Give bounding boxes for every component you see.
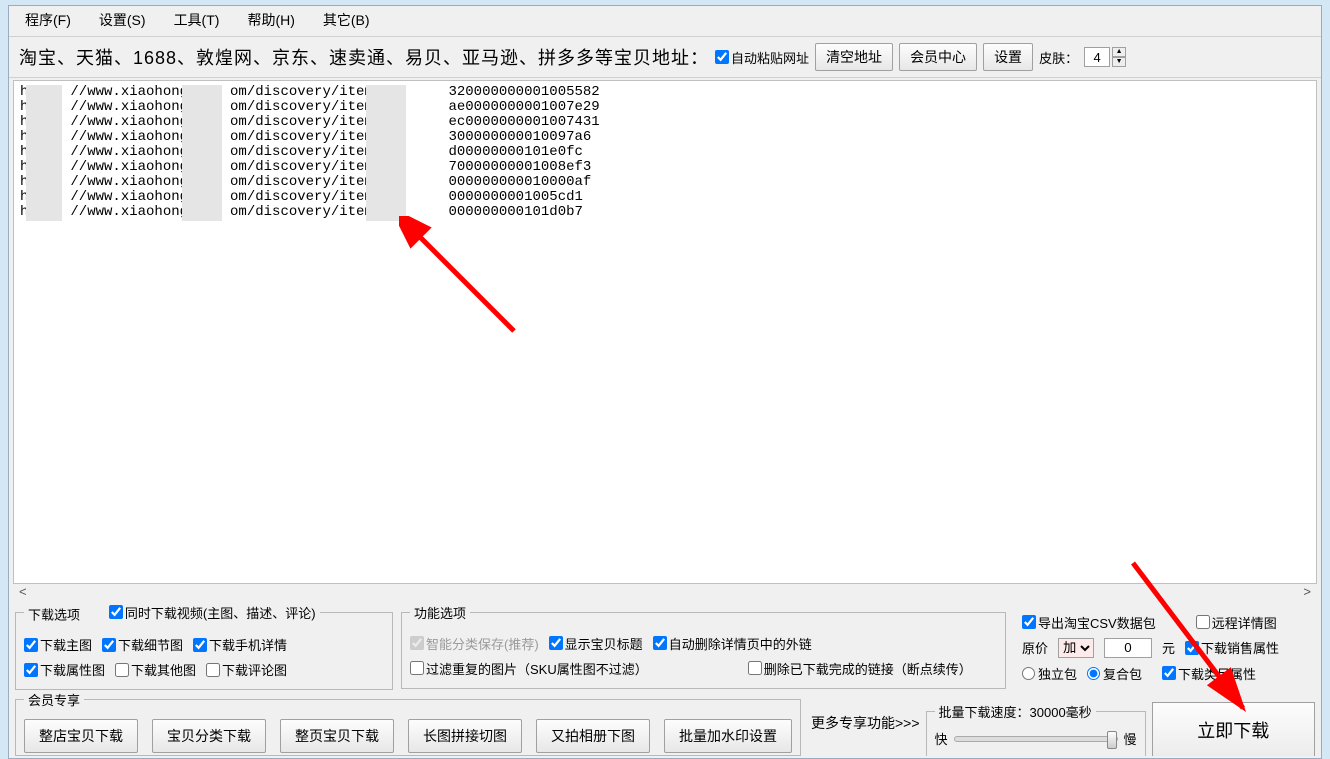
address-label: 淘宝、天猫、1688、敦煌网、京东、速卖通、易贝、亚马逊、拼多多等宝贝地址： (19, 44, 709, 70)
download-video-checkbox[interactable]: 同时下载视频(主图、描述、评论) (109, 603, 316, 622)
speed-slider[interactable] (954, 736, 1118, 742)
spin-up-icon[interactable]: ▲ (1112, 47, 1126, 57)
skin-spinner[interactable]: ▲ ▼ (1084, 47, 1126, 67)
auto-delete-extlink-checkbox[interactable]: 自动删除详情页中的外链 (653, 634, 812, 653)
combo-pack-radio[interactable]: 复合包 (1087, 664, 1142, 683)
show-title-checkbox[interactable]: 显示宝贝标题 (549, 634, 643, 653)
panel-legend: 会员专享 (24, 690, 84, 709)
clear-address-button[interactable]: 清空地址 (815, 43, 893, 71)
panel-legend: 功能选项 (410, 603, 470, 622)
speed-fast-label: 快 (935, 729, 948, 748)
toolbar: 淘宝、天猫、1688、敦煌网、京东、速卖通、易贝、亚马逊、拼多多等宝贝地址： 自… (9, 36, 1321, 78)
single-pack-radio[interactable]: 独立包 (1022, 664, 1077, 683)
export-csv-checkbox[interactable]: 导出淘宝CSV数据包 (1022, 613, 1156, 632)
spin-down-icon[interactable]: ▼ (1112, 57, 1126, 67)
slider-thumb[interactable] (1107, 731, 1117, 749)
censor-block (26, 85, 62, 221)
censor-block (366, 85, 406, 221)
auto-paste-checkbox[interactable]: 自动粘贴网址 (715, 48, 809, 67)
arrow-icon (399, 216, 529, 346)
whole-page-download-button[interactable]: 整页宝贝下载 (280, 719, 394, 753)
speed-legend: 批量下载速度：30000毫秒 (935, 702, 1096, 721)
more-features-link[interactable]: 更多专享功能>>> (811, 713, 920, 733)
speed-slow-label: 慢 (1124, 729, 1137, 748)
price-op-select[interactable]: 加 (1058, 638, 1094, 658)
menubar: 程序(F) 设置(S) 工具(T) 帮助(H) 其它(B) (9, 6, 1321, 36)
menu-item[interactable]: 设置(S) (99, 10, 146, 30)
youpai-album-button[interactable]: 又拍相册下图 (536, 719, 650, 753)
download-cat-attr-checkbox[interactable]: 下载类目属性 (1162, 664, 1256, 683)
menu-item[interactable]: 其它(B) (323, 10, 370, 30)
download-attr-checkbox[interactable]: 下载属性图 (24, 660, 105, 679)
member-center-button[interactable]: 会员中心 (899, 43, 977, 71)
menu-item[interactable]: 帮助(H) (247, 10, 294, 30)
price-value-input[interactable] (1104, 638, 1152, 658)
download-mobile-checkbox[interactable]: 下载手机详情 (193, 635, 287, 654)
download-other-checkbox[interactable]: 下载其他图 (115, 660, 196, 679)
export-options-panel: 导出淘宝CSV数据包 远程详情图 原价 加 元 下载销售属性 独立包 复合包 下… (1014, 603, 1309, 687)
menu-item[interactable]: 工具(T) (174, 10, 220, 30)
censor-block (182, 85, 222, 221)
download-detail-checkbox[interactable]: 下载细节图 (102, 635, 183, 654)
remote-detail-checkbox[interactable]: 远程详情图 (1196, 613, 1277, 632)
category-download-button[interactable]: 宝贝分类下载 (152, 719, 266, 753)
members-panel: 会员专享 整店宝贝下载 宝贝分类下载 整页宝贝下载 长图拼接切图 又拍相册下图 … (15, 690, 801, 756)
batch-watermark-button[interactable]: 批量加水印设置 (664, 719, 792, 753)
menu-item[interactable]: 程序(F) (25, 10, 71, 30)
download-comment-checkbox[interactable]: 下载评论图 (206, 660, 287, 679)
function-options-panel: 功能选项 智能分类保存(推荐) 显示宝贝标题 自动删除详情页中的外链 过滤重复的… (401, 603, 1006, 689)
smart-save-checkbox: 智能分类保存(推荐) (410, 634, 539, 653)
url-textarea[interactable]: h //www.xiaohong om/discovery/item/5 320… (13, 80, 1317, 584)
whole-shop-download-button[interactable]: 整店宝贝下载 (24, 719, 138, 753)
download-now-button[interactable]: 立即下载 (1152, 702, 1315, 756)
delete-done-checkbox[interactable]: 删除已下载完成的链接（断点续传） (748, 659, 972, 678)
download-options-panel: 下载选项 同时下载视频(主图、描述、评论) 下载主图 下载细节图 下载手机详情 … (15, 603, 393, 691)
skin-value[interactable] (1084, 47, 1110, 67)
download-sales-attr-checkbox[interactable]: 下载销售属性 (1185, 638, 1279, 657)
price-unit: 元 (1162, 638, 1175, 657)
filter-dup-checkbox[interactable]: 过滤重复的图片（SKU属性图不过滤） (410, 659, 648, 678)
download-main-checkbox[interactable]: 下载主图 (24, 635, 92, 654)
panel-legend: 下载选项 (28, 607, 80, 622)
price-prefix: 原价 (1022, 638, 1048, 657)
settings-button[interactable]: 设置 (983, 43, 1033, 71)
speed-panel: 批量下载速度：30000毫秒 快 慢 (926, 702, 1146, 756)
scroll-indicator: <> (13, 584, 1317, 599)
long-image-button[interactable]: 长图拼接切图 (408, 719, 522, 753)
skin-label: 皮肤： (1039, 48, 1078, 67)
